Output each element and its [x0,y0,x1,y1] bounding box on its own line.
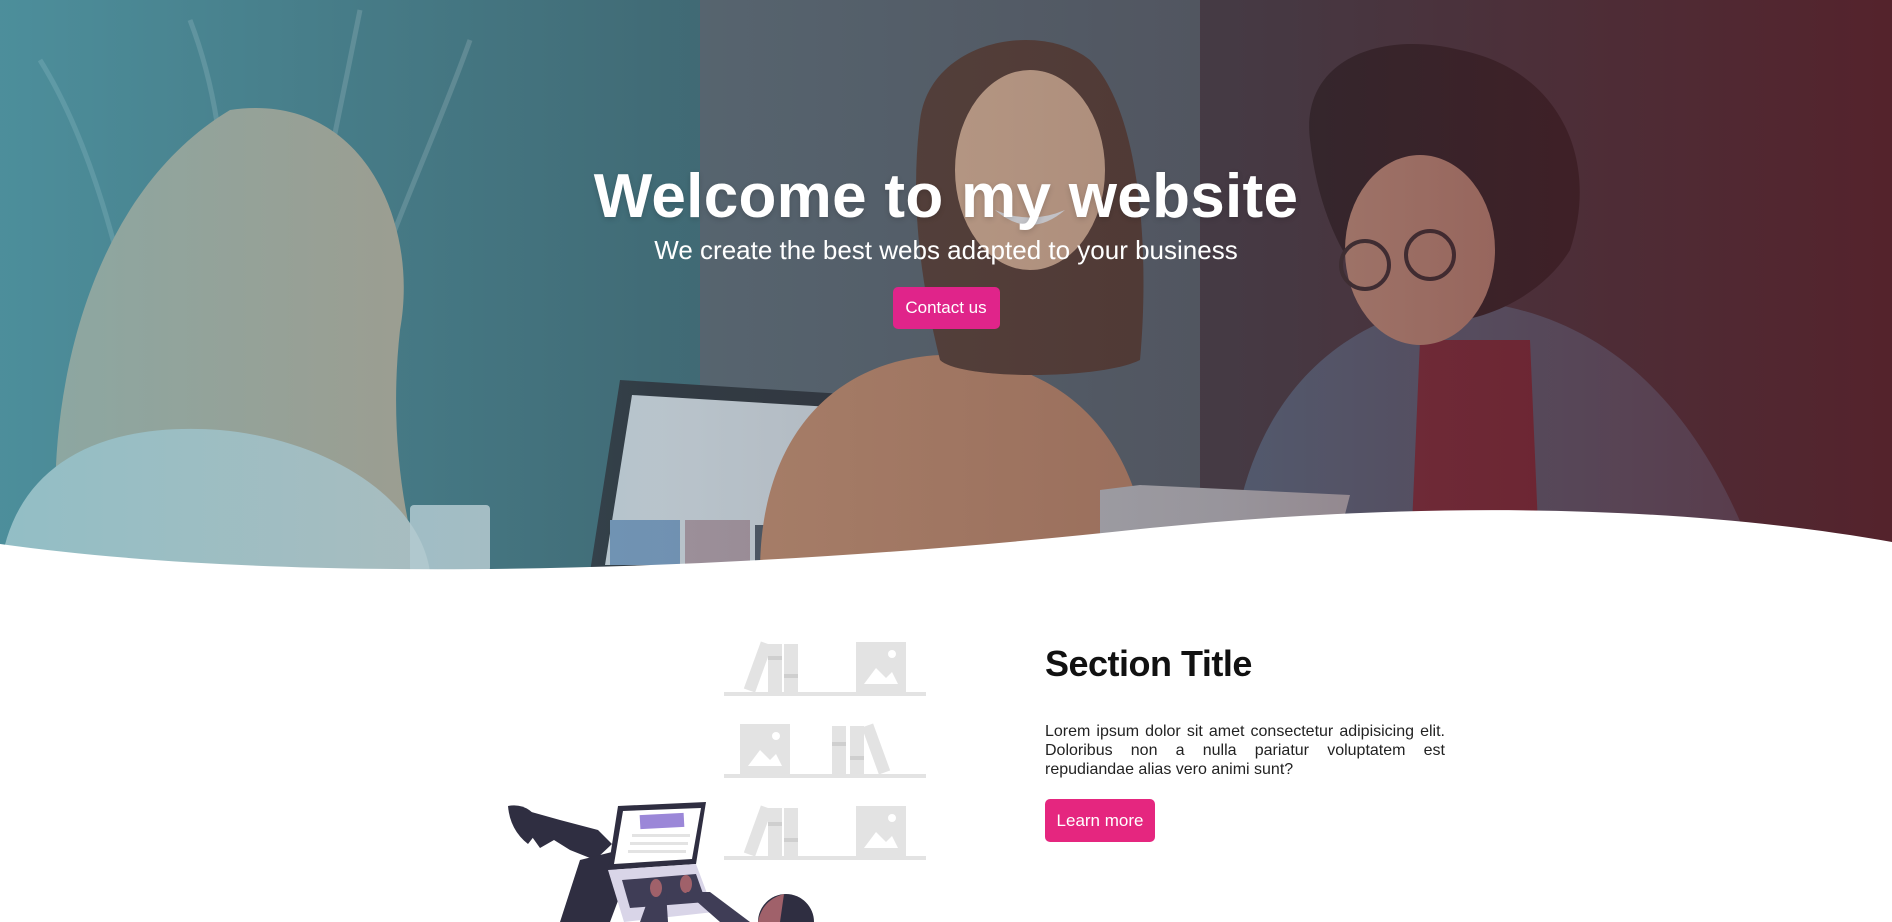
hero-title: Welcome to my website [593,162,1299,231]
section-title: Section Title [1045,643,1252,684]
learn-more-button[interactable]: Learn more [1045,799,1155,842]
section-body: Lorem ipsum dolor sit amet consectetur a… [1045,723,1445,778]
reading-person-illustration [508,641,926,922]
hero-wave-divider [0,510,1892,572]
hero-subtitle: We create the best webs adapted to your … [654,235,1238,265]
feature-section: Section Title Lorem ipsum dolor sit amet… [1045,640,1445,842]
bookshelf-icon [724,641,926,860]
hero-content: Welcome to my website We create the best… [0,160,1892,329]
hero-section: Welcome to my website We create the best… [0,0,1892,572]
contact-us-button[interactable]: Contact us [892,287,1000,329]
